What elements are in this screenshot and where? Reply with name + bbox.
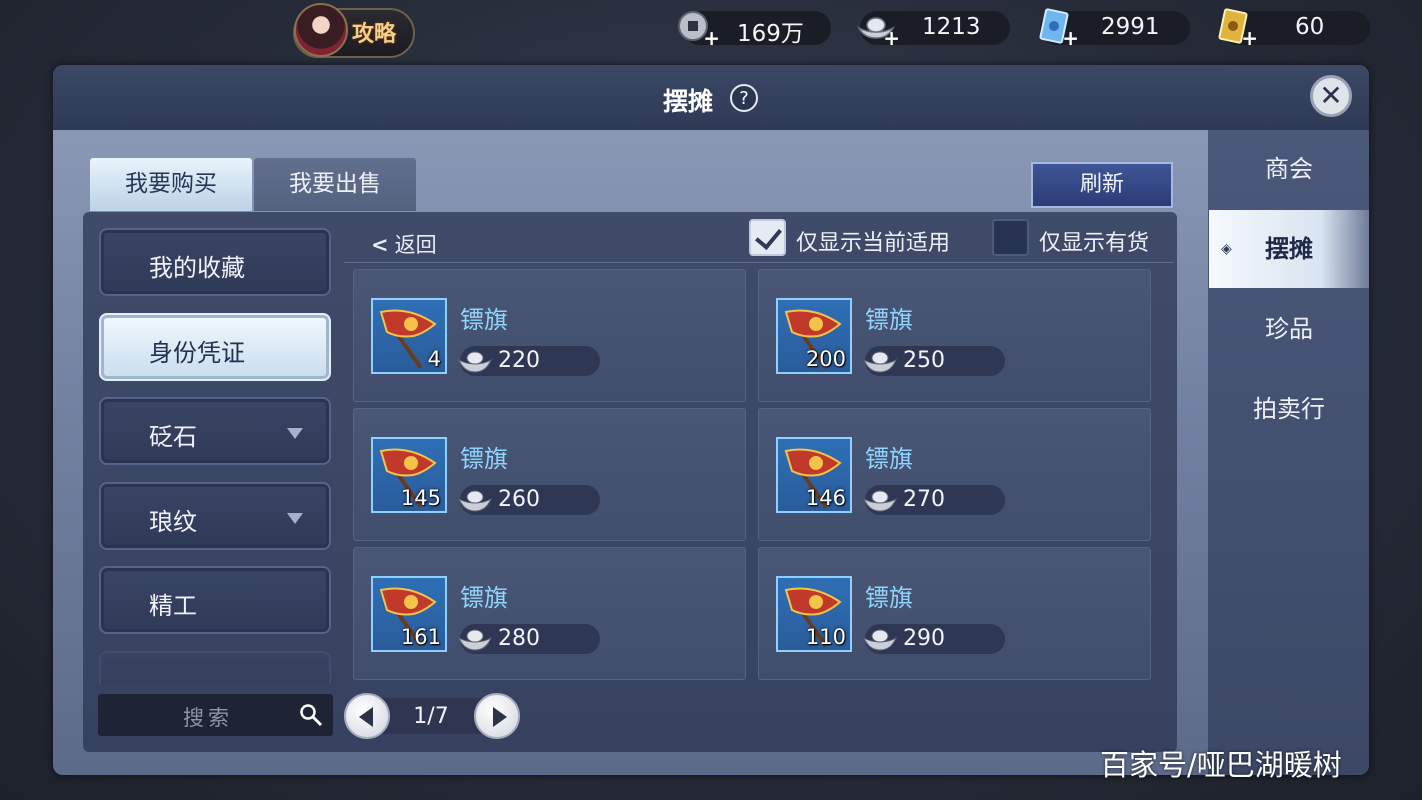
category-label: 琅纹 [149,508,197,536]
item-name: 镖旗 [865,445,913,473]
checkbox-in-stock[interactable] [992,219,1029,256]
item-quantity: 200 [805,347,846,371]
item-name: 镖旗 [460,306,508,334]
item-price: 270 [903,487,945,512]
chevron-down-icon [287,428,303,439]
watermark: 百家号/哑巴湖暖树 [1100,748,1342,782]
price-bar: 280 [458,624,600,654]
item-price: 280 [498,626,540,651]
silver-ingot-icon [458,490,492,512]
search-icon[interactable] [299,703,323,727]
currency-gold-ticket-value: 60 [1295,14,1325,40]
item-quantity: 110 [805,625,846,649]
tab-sell[interactable]: 我要出售 [254,158,416,211]
panel-title: 摆摊 [662,87,713,116]
price-bar: 290 [863,624,1005,654]
side-nav-commerce[interactable]: 商会 [1209,130,1369,208]
category-label: 精工 [149,592,197,620]
side-nav-treasure[interactable]: 珍品 [1209,290,1369,368]
chevron-left-icon [359,707,373,727]
item-quantity: 4 [427,347,441,371]
copper-coins-icon[interactable]: + [676,8,720,48]
silver-ingot-icon [458,351,492,373]
category-label: 我的收藏 [149,254,245,282]
chevron-down-icon [287,513,303,524]
item-price: 220 [498,348,540,373]
checkbox-current-applicable[interactable] [749,219,786,256]
item-name: 镖旗 [460,584,508,612]
divider [344,262,1174,263]
item-card[interactable]: 110 镖旗 290 [758,547,1151,680]
flag-icon: 110 [776,576,852,652]
back-label: 返回 [394,233,437,257]
category-favorites[interactable]: 我的收藏 [99,228,331,296]
category-identity[interactable]: 身份凭证 [99,313,331,381]
blue-ticket-icon[interactable]: + [1035,8,1079,48]
item-price: 290 [903,626,945,651]
item-card[interactable]: 200 镖旗 250 [758,269,1151,402]
check-icon [755,221,782,251]
category-label: 身份凭证 [149,339,245,367]
filter-label-in-stock: 仅显示有货 [1039,231,1150,256]
item-price: 260 [498,487,540,512]
side-nav-stall[interactable]: ◈ 摆摊 [1209,210,1369,288]
silver-ingot-icon [863,351,897,373]
category-craft[interactable]: 精工 [99,566,331,634]
chevron-left-icon: < [371,232,389,257]
price-bar: 220 [458,346,600,376]
currency-silver-value: 1213 [922,14,981,40]
currency-copper-value: 169万 [737,21,804,47]
flag-icon: 4 [371,298,447,374]
guide-label: 攻略 [352,21,397,47]
flag-icon: 146 [776,437,852,513]
close-button[interactable]: ✕ [1310,75,1352,117]
category-stone[interactable]: 砭石 [99,397,331,465]
help-icon[interactable]: ? [730,84,758,112]
price-bar: 260 [458,485,600,515]
diamond-icon: ◈ [1221,241,1232,257]
item-name: 镖旗 [460,445,508,473]
back-link[interactable]: < 返回 [371,229,437,259]
guide-avatar[interactable] [294,3,348,57]
item-quantity: 145 [400,486,441,510]
category-partial[interactable] [99,651,331,683]
silver-ingot-icon [458,629,492,651]
flag-icon: 200 [776,298,852,374]
flag-icon: 145 [371,437,447,513]
side-nav-label: 摆摊 [1265,234,1313,263]
page-indicator: 1/7 [413,704,449,729]
item-name: 镖旗 [865,306,913,334]
item-card[interactable]: 4 镖旗 220 [353,269,746,402]
silver-ingot-icon [863,629,897,651]
item-price: 250 [903,348,945,373]
currency-blue-ticket-value: 2991 [1101,14,1160,40]
flag-icon: 161 [371,576,447,652]
silver-ingot-icon [863,490,897,512]
item-name: 镖旗 [865,584,913,612]
tab-buy[interactable]: 我要购买 [90,158,252,211]
prev-page-button[interactable] [344,693,390,739]
price-bar: 270 [863,485,1005,515]
gold-ticket-icon[interactable]: + [1214,8,1258,48]
stall-panel: 摆摊 ? ✕ 我要购买 我要出售 刷新 我的收藏 身份凭证 砭石 琅纹 精工 <… [53,65,1369,775]
search-input[interactable]: 搜索 [98,694,333,736]
category-label: 砭石 [149,423,197,451]
filter-label-current-applicable: 仅显示当前适用 [796,231,951,256]
item-card[interactable]: 161 镖旗 280 [353,547,746,680]
search-placeholder: 搜索 [183,706,233,730]
price-bar: 250 [863,346,1005,376]
category-pattern[interactable]: 琅纹 [99,482,331,550]
refresh-button[interactable]: 刷新 [1031,162,1173,208]
item-card[interactable]: 146 镖旗 270 [758,408,1151,541]
silver-ingot-icon[interactable]: + [856,8,900,48]
item-quantity: 146 [805,486,846,510]
side-nav-auction[interactable]: 拍卖行 [1209,370,1369,448]
chevron-right-icon [493,707,507,727]
item-card[interactable]: 145 镖旗 260 [353,408,746,541]
item-quantity: 161 [400,625,441,649]
next-page-button[interactable] [474,693,520,739]
